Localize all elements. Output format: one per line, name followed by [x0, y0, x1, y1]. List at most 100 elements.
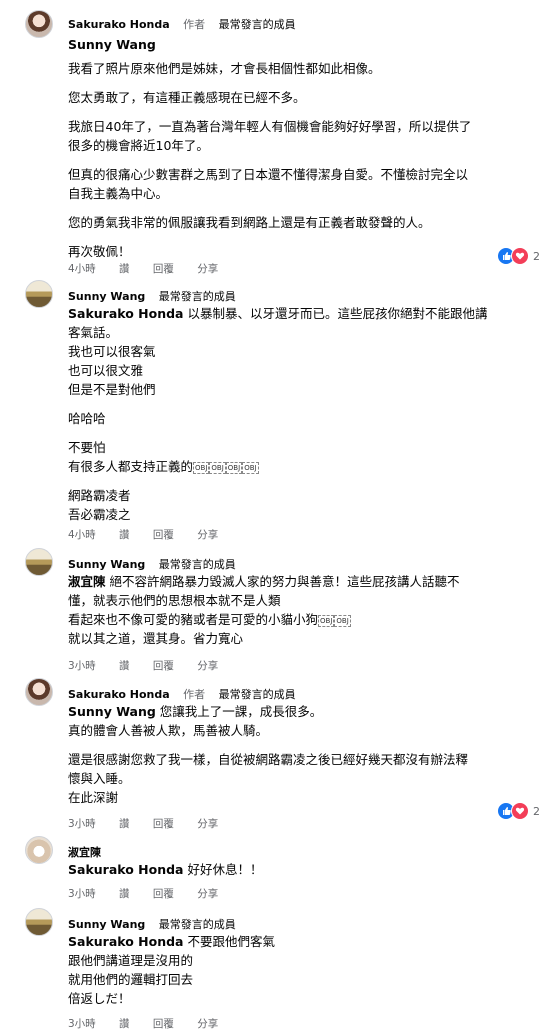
member-badge: 最常發言的成員 [218, 688, 296, 701]
comment-text: 懷與入睡。 [68, 771, 131, 786]
like-button[interactable]: 讚 [119, 1018, 130, 1030]
author-name[interactable]: 淑宜陳 [68, 846, 101, 859]
member-badge: 最常發言的成員 [158, 918, 236, 931]
reply-button[interactable]: 回覆 [153, 660, 174, 672]
emoji-placeholder-icon: OBJ [242, 461, 259, 474]
comment-text: 不要怕 [68, 440, 106, 455]
author-name[interactable]: Sakurako Honda [68, 688, 170, 701]
reaction-count: 2 [533, 804, 540, 818]
comment-header: Sunny Wang 最常發言的成員 [68, 556, 236, 572]
reply-button[interactable]: 回覆 [153, 263, 174, 275]
comment-text: 很多的機會將近10年了。 [68, 138, 209, 153]
like-button[interactable]: 讚 [119, 818, 130, 830]
avatar[interactable] [25, 908, 53, 936]
avatar[interactable] [25, 548, 53, 576]
comment-text: 跟他們講道理是沒用的 [68, 953, 194, 968]
like-button[interactable]: 讚 [119, 529, 130, 541]
comment-text: 懂，就表示他們的思想根本就不是人類 [68, 593, 281, 608]
share-button[interactable]: 分享 [197, 1018, 218, 1030]
comment-text: 還是很感謝您救了我一樣，自從被網路霸凌之後已經好幾天都沒有辦法釋 [68, 752, 469, 767]
reactions-summary[interactable]: 2 [497, 247, 540, 265]
comment-text: 淑宜陳 絕不容許網路暴力毀滅人家的努力與善意！這些屁孩講人話聽不 [68, 574, 460, 589]
reply-button[interactable]: 回覆 [153, 888, 174, 900]
member-badge: 最常發言的成員 [218, 18, 296, 31]
author-badge: 作者 [183, 18, 206, 31]
timestamp[interactable]: 4小時 [68, 263, 96, 275]
comment-text: Sunny Wang 您讓我上了一課，成長很多。 [68, 704, 323, 719]
comment-header: Sunny Wang 最常發言的成員 [68, 288, 236, 304]
timestamp[interactable]: 3小時 [68, 818, 96, 830]
comment-body: Sakurako Honda 以暴制暴、以牙還牙而已。這些屁孩你絕對不能跟他講 … [68, 304, 538, 524]
reaction-count: 2 [533, 249, 540, 263]
timestamp[interactable]: 3小時 [68, 660, 96, 672]
timestamp[interactable]: 3小時 [68, 888, 96, 900]
comment-text: 網路霸凌者 [68, 488, 131, 503]
comment-text: Sakurako Honda 以暴制暴、以牙還牙而已。這些屁孩你絕對不能跟他講 [68, 306, 488, 321]
emoji-placeholder-icon: OBJ [209, 461, 226, 474]
reactions-summary[interactable]: 2 [497, 802, 540, 820]
comment-text: 我看了照片原來他們是姊妹，才會長相個性都如此相像。 [68, 61, 381, 76]
mention-link[interactable]: Sakurako Honda [68, 862, 184, 877]
comment-text: 您太勇敢了，有這種正義感現在已經不多。 [68, 90, 306, 105]
comment-header: Sakurako Honda 作者 最常發言的成員 [68, 16, 296, 32]
comment-text: Sakurako Honda 好好休息！！ [68, 862, 263, 877]
emoji-placeholder-icon: OBJ [225, 461, 243, 474]
comment-actions: 3小時 讚 回覆 分享 [68, 816, 238, 831]
author-name[interactable]: Sunny Wang [68, 290, 145, 303]
share-button[interactable]: 分享 [197, 263, 218, 275]
comment-header: Sakurako Honda 作者 最常發言的成員 [68, 686, 296, 702]
comment-text: 有很多人都支持正義的 OBJ OBJ OBJ OBJ [68, 459, 259, 474]
comment-actions: 4小時 讚 回覆 分享 [68, 527, 238, 542]
avatar[interactable] [25, 10, 53, 38]
share-button[interactable]: 分享 [197, 888, 218, 900]
comment-text: 倍返しだ！ [68, 991, 131, 1006]
comment-text: 在此深謝 [68, 790, 119, 805]
comment-text: 您的勇氣我非常的佩服讓我看到網路上還是有正義者敢發聲的人。 [68, 215, 431, 230]
comment-text: 真的體會人善被人欺，馬善被人騎。 [68, 723, 269, 738]
comment-actions: 4小時 讚 回覆 分享 [68, 261, 238, 276]
author-name[interactable]: Sakurako Honda [68, 18, 170, 31]
author-name[interactable]: Sunny Wang [68, 558, 145, 571]
timestamp[interactable]: 4小時 [68, 529, 96, 541]
comment-text: 看起來也不像可愛的豬或者是可愛的小貓小狗 OBJ OBJ [68, 612, 351, 627]
comment-body: 淑宜陳 絕不容許網路暴力毀滅人家的努力與善意！這些屁孩講人話聽不 懂，就表示他們… [68, 572, 538, 648]
like-button[interactable]: 讚 [119, 660, 130, 672]
mention-link[interactable]: 淑宜陳 [68, 574, 106, 589]
comment-text: 但是不是對他們 [68, 382, 156, 397]
comment-text: 就以其之道，還其身。省力寬心 [68, 631, 244, 646]
comment-text: 就用他們的邏輯打回去 [68, 972, 194, 987]
share-button[interactable]: 分享 [197, 529, 218, 541]
comment-body: Sakurako Honda 好好休息！！ [68, 860, 538, 879]
author-name[interactable]: Sunny Wang [68, 918, 145, 931]
emoji-placeholder-icon: OBJ [334, 614, 351, 627]
comment-actions: 3小時 讚 回覆 分享 [68, 886, 238, 901]
like-button[interactable]: 讚 [119, 263, 130, 275]
emoji-placeholder-icon: OBJ [318, 614, 335, 627]
love-reaction-icon [511, 247, 529, 265]
mention-link[interactable]: Sunny Wang [68, 35, 538, 54]
mention-link[interactable]: Sakurako Honda [68, 934, 184, 949]
mention-link[interactable]: Sunny Wang [68, 704, 156, 719]
comment-text: 客氣話。 [68, 325, 119, 340]
timestamp[interactable]: 3小時 [68, 1018, 96, 1030]
avatar[interactable] [25, 280, 53, 308]
share-button[interactable]: 分享 [197, 660, 218, 672]
reply-button[interactable]: 回覆 [153, 1018, 174, 1030]
comment-body: Sakurako Honda 不要跟他們客氣 跟他們講道理是沒用的 就用他們的邏… [68, 932, 538, 1008]
comment-text: 也可以很文雅 [68, 363, 144, 378]
member-badge: 最常發言的成員 [158, 558, 236, 571]
comment-text: 但真的很痛心少數害群之馬到了日本還不懂得潔身自愛。不懂檢討完全以 [68, 167, 469, 182]
comment-text: 吾必霸凌之 [68, 507, 131, 522]
comment-text: Sakurako Honda 不要跟他們客氣 [68, 934, 275, 949]
like-button[interactable]: 讚 [119, 888, 130, 900]
comment-text: 再次敬佩！ [68, 244, 131, 259]
comment-header: 淑宜陳 [68, 844, 101, 860]
author-badge: 作者 [183, 688, 206, 701]
reply-button[interactable]: 回覆 [153, 529, 174, 541]
avatar[interactable] [25, 678, 53, 706]
reply-button[interactable]: 回覆 [153, 818, 174, 830]
comment-text: 哈哈哈 [68, 411, 106, 426]
mention-link[interactable]: Sakurako Honda [68, 306, 184, 321]
share-button[interactable]: 分享 [197, 818, 218, 830]
avatar[interactable] [25, 836, 53, 864]
